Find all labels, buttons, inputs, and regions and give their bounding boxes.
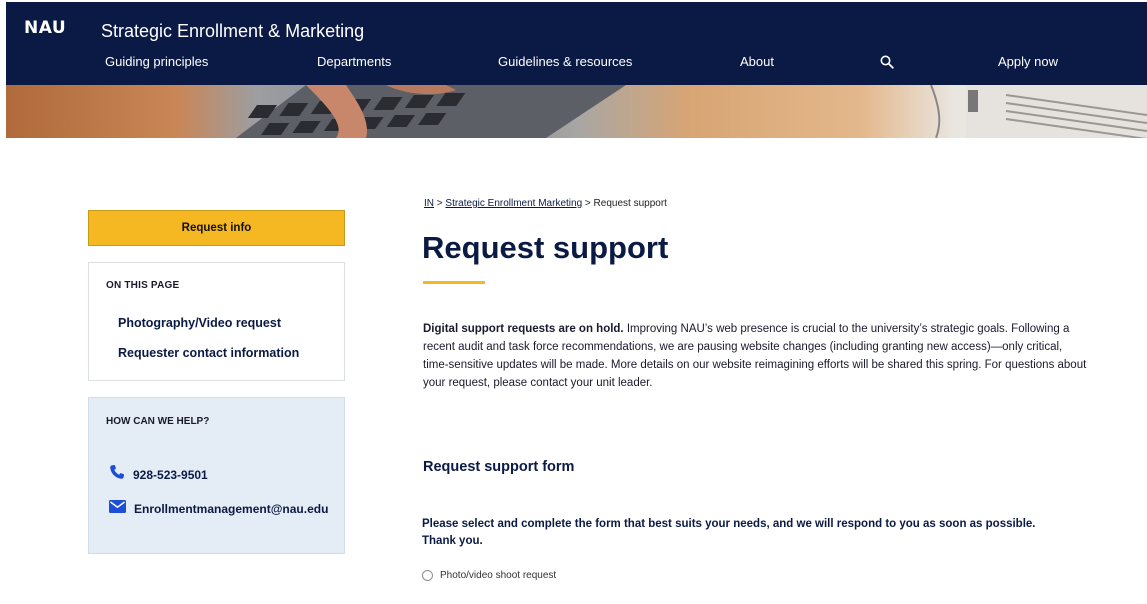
title-accent-bar [423,281,485,284]
photo-video-radio[interactable] [422,570,433,581]
breadcrumb-strategic-enrollment[interactable]: Strategic Enrollment Marketing [445,198,582,209]
otp-link-photography-video[interactable]: Photography/Video request [118,316,281,330]
help-email-row: Enrollmentmanagement@nau.edu [109,500,328,518]
form-heading: Request support form [423,459,575,475]
help-heading: HOW CAN WE HELP? [106,416,210,427]
on-this-page-heading: ON THIS PAGE [106,280,180,291]
site-header: NAU Strategic Enrollment & Marketing Gui… [6,2,1147,85]
nav-departments[interactable]: Departments [317,54,391,69]
main-nav: Guiding principles Departments Guideline… [6,54,1147,76]
nau-logo[interactable]: NAU [24,18,66,38]
nav-guiding-principles[interactable]: Guiding principles [105,54,208,69]
search-icon[interactable] [880,55,894,69]
help-phone-link[interactable]: 928-523-9501 [133,468,208,482]
help-email-link[interactable]: Enrollmentmanagement@nau.edu [134,502,328,516]
otp-link-requester-contact[interactable]: Requester contact information [118,346,299,360]
request-info-button[interactable]: Request info [88,210,345,246]
help-phone-row: 928-523-9501 [109,464,208,485]
photo-video-option[interactable]: Photo/video shoot request [422,570,556,581]
nav-apply-now[interactable]: Apply now [998,54,1058,69]
site-title[interactable]: Strategic Enrollment & Marketing [101,21,364,42]
help-panel: HOW CAN WE HELP? 928-523-9501 Enrollment… [88,397,345,554]
breadcrumb-separator: > [584,198,591,209]
notice-bold: Digital support requests are on hold. [423,323,624,335]
hero-banner-image [6,85,1147,138]
form-instructions: Please select and complete the form that… [422,518,1036,547]
breadcrumb-separator: > [436,198,443,209]
support-notice: Digital support requests are on hold. Im… [423,320,1088,392]
mail-icon [109,500,126,518]
photo-video-label: Photo/video shoot request [440,570,557,581]
page-title: Request support [422,230,669,265]
on-this-page-panel: ON THIS PAGE Photography/Video request R… [88,262,345,381]
nav-guidelines-resources[interactable]: Guidelines & resources [498,54,632,69]
phone-icon [109,464,125,485]
nav-about[interactable]: About [740,54,774,69]
breadcrumb-in[interactable]: IN [424,198,434,209]
breadcrumb: IN > Strategic Enrollment Marketing > Re… [424,198,667,209]
breadcrumb-current: Request support [593,198,667,209]
